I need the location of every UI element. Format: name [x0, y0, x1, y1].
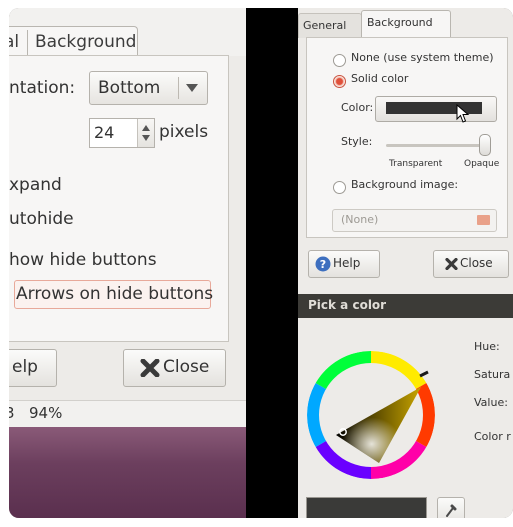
color-button[interactable] [375, 96, 497, 122]
tab-row: General Background [298, 8, 513, 39]
close-button[interactable]: Close [433, 250, 509, 278]
spin-up-icon [142, 125, 150, 131]
help-icon: ? [315, 256, 331, 272]
tab-row: al Background [9, 8, 246, 59]
close-x-icon [140, 359, 160, 377]
eyedropper-button[interactable] [437, 497, 465, 518]
size-unit-label: pixels [159, 122, 209, 142]
hsv-color-wheel[interactable] [307, 351, 435, 479]
tab-general[interactable]: General [298, 13, 362, 38]
help-button[interactable]: ? Help [308, 250, 380, 278]
close-x-icon [445, 258, 458, 270]
tab-divider [27, 30, 28, 56]
image-file-chooser[interactable]: (None) [332, 209, 497, 232]
image-file-value: (None) [341, 213, 379, 226]
tab-background[interactable]: Background [35, 27, 136, 57]
spin-arrows-icon[interactable] [137, 119, 154, 147]
close-button-label: Close [460, 256, 493, 270]
help-button-label: elp [12, 357, 38, 377]
folder-icon [477, 215, 490, 225]
size-value: 24 [94, 123, 115, 142]
background-image-label: Background image: [351, 178, 459, 191]
chevron-down-icon [186, 84, 198, 92]
eyedropper-icon [446, 504, 457, 517]
orientation-value: Bottom [98, 78, 161, 98]
close-button-label: Close [163, 357, 210, 377]
color-dialog-title: Pick a color [308, 298, 387, 312]
zoom-level: 94% [29, 404, 63, 422]
spin-down-icon [142, 135, 150, 141]
hue-marker[interactable] [419, 370, 429, 378]
arrows-on-hide-buttons-checkbox[interactable]: Arrows on hide buttons [16, 284, 213, 304]
background-image-radio[interactable] [333, 181, 346, 194]
orientation-label: ntation: [9, 78, 76, 98]
panel-properties-zoomed: al Background ntation: Bottom 24 pixels … [9, 8, 246, 518]
hue-label: Hue: [474, 340, 500, 353]
value-label: Value: [474, 396, 508, 409]
color-dialog: Hue: Satura Value: Color r [298, 318, 513, 518]
tab-general[interactable]: al [9, 27, 19, 57]
none-radio[interactable] [333, 54, 346, 67]
style-label: Style: [341, 135, 373, 148]
saturation-label: Satura [474, 368, 511, 381]
none-radio-label: None (use system theme) [351, 51, 494, 64]
opaque-label: Opaque [464, 159, 500, 169]
solid-color-radio-label: Solid color [351, 72, 409, 85]
mouse-cursor-icon [456, 104, 470, 123]
expand-checkbox[interactable]: xpand [9, 175, 62, 195]
svg-text:?: ? [320, 258, 326, 271]
transparent-label: Transparent [389, 159, 443, 169]
solid-color-radio[interactable] [333, 75, 346, 88]
statusbar: 3 94% [9, 401, 246, 427]
desktop-wallpaper [9, 427, 246, 518]
size-spinbutton[interactable]: 24 [89, 118, 155, 148]
close-button[interactable]: Close [123, 349, 226, 387]
screenshot-frame: al Background ntation: Bottom 24 pixels … [0, 0, 513, 527]
style-slider-track[interactable] [386, 144, 489, 147]
color-name-label: Color r [474, 430, 511, 443]
show-hide-buttons-checkbox[interactable]: how hide buttons [9, 250, 157, 270]
panel-properties: General Background None (use system them… [298, 8, 513, 518]
color-label: Color: [341, 101, 374, 114]
current-color-swatch [306, 497, 427, 518]
orientation-combobox[interactable]: Bottom [89, 71, 208, 105]
help-button[interactable]: elp [9, 349, 57, 387]
help-button-label: Help [333, 256, 361, 270]
autohide-checkbox[interactable]: utohide [9, 209, 74, 229]
tab-page [306, 37, 508, 238]
zoomed-composite: al Background ntation: Bottom 24 pixels … [9, 8, 513, 518]
tab-background[interactable]: Background [361, 10, 451, 39]
style-slider-handle[interactable] [479, 134, 491, 156]
statusbar-left-text: 3 [9, 404, 15, 422]
combo-divider [178, 77, 179, 99]
color-dialog-titlebar[interactable]: Pick a color [298, 294, 513, 318]
